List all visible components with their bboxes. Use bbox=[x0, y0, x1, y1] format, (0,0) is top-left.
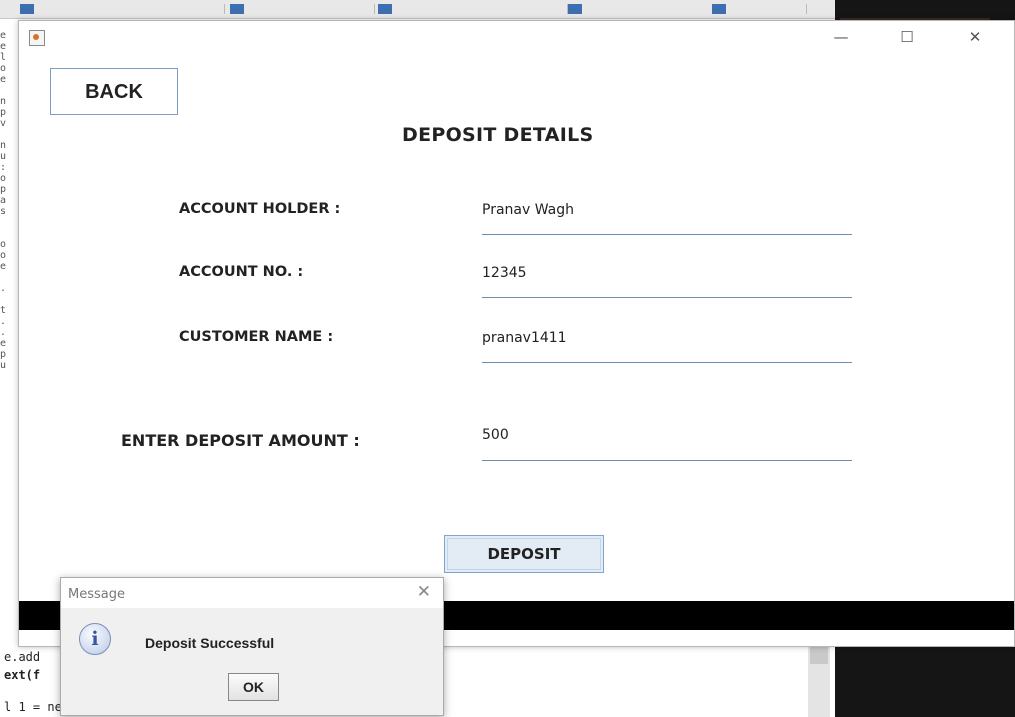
account-holder-label: ACCOUNT HOLDER : bbox=[179, 201, 341, 217]
deposit-window: — ☐ ✕ BACK DEPOSIT DETAILS ACCOUNT HOLDE… bbox=[18, 20, 1015, 647]
account-no-field[interactable]: 12345 bbox=[482, 265, 527, 281]
close-button[interactable]: ✕ bbox=[953, 25, 997, 49]
dialog-title: Message bbox=[68, 587, 125, 602]
page-title: DEPOSIT DETAILS bbox=[402, 124, 594, 146]
background-taskbar bbox=[0, 0, 835, 19]
editor-gutter: eeloenpvnu:opasooe.t..epu bbox=[0, 30, 7, 371]
customer-name-underline bbox=[482, 362, 852, 363]
account-no-label: ACCOUNT NO. : bbox=[179, 264, 304, 280]
editor-scrollbar[interactable] bbox=[808, 640, 830, 717]
customer-name-field[interactable]: pranav1411 bbox=[482, 330, 567, 346]
window-titlebar: — ☐ ✕ bbox=[19, 21, 1014, 53]
info-icon: i bbox=[79, 623, 111, 655]
code-line: e.add bbox=[4, 650, 41, 664]
deposit-amount-underline bbox=[482, 460, 852, 461]
deposit-amount-input[interactable]: 500 bbox=[482, 427, 509, 443]
deposit-amount-label: ENTER DEPOSIT AMOUNT : bbox=[121, 431, 360, 450]
maximize-button[interactable]: ☐ bbox=[885, 25, 929, 49]
ok-button[interactable]: OK bbox=[228, 673, 279, 701]
java-app-icon bbox=[29, 30, 45, 46]
deposit-button[interactable]: DEPOSIT bbox=[444, 535, 604, 573]
back-button[interactable]: BACK bbox=[50, 68, 178, 115]
scrollbar-thumb[interactable] bbox=[810, 644, 828, 664]
message-dialog: Message ✕ i Deposit Successful OK bbox=[60, 577, 444, 716]
dialog-close-icon[interactable]: ✕ bbox=[417, 582, 431, 602]
account-holder-underline bbox=[482, 234, 852, 235]
dialog-message: Deposit Successful bbox=[145, 635, 275, 651]
account-holder-field[interactable]: Pranav Wagh bbox=[482, 202, 574, 218]
account-no-underline bbox=[482, 297, 852, 298]
minimize-button[interactable]: — bbox=[819, 25, 863, 49]
customer-name-label: CUSTOMER NAME : bbox=[179, 329, 334, 345]
code-line: ext(f bbox=[4, 668, 41, 682]
